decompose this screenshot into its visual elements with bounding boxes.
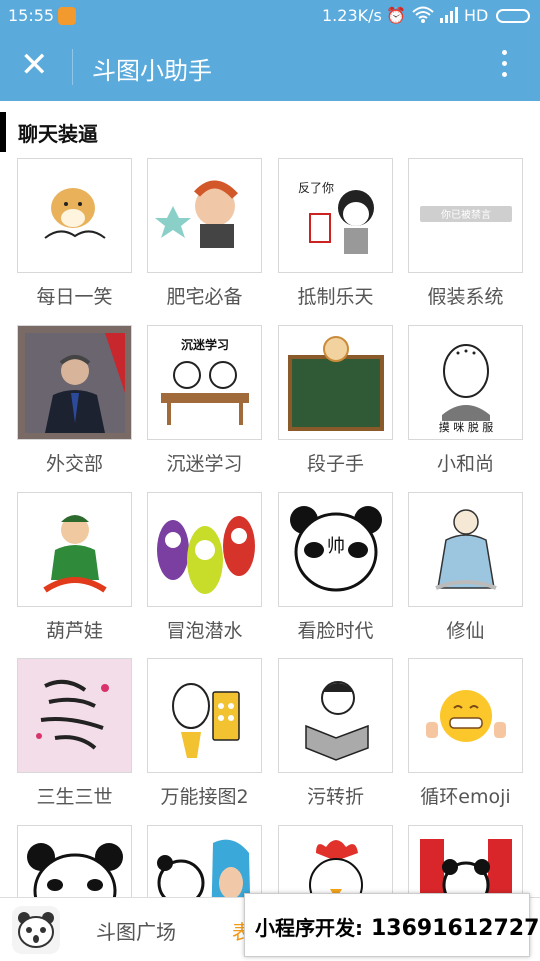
tile-label: 肥宅必备 (166, 286, 243, 308)
tile-label: 外交部 (45, 453, 103, 475)
sticker-pack-tile[interactable]: 外交部 (17, 325, 132, 476)
sticker-thumbnail: 沉迷学习 (147, 325, 262, 440)
header-divider (72, 49, 73, 85)
app-header: ✕ 斗图小助手 (0, 33, 540, 101)
battery-icon (496, 9, 530, 23)
close-icon[interactable]: ✕ (20, 48, 49, 82)
sticker-pack-tile[interactable]: 沉迷学习 沉迷学习 (147, 325, 262, 476)
promo-banner[interactable]: 小程序开发: 13691612727 (244, 893, 539, 957)
tile-label: 段子手 (306, 453, 364, 475)
sticker-pack-tile[interactable]: 污转折 (278, 658, 393, 809)
panda-logo-icon[interactable] (12, 906, 60, 954)
tile-label: 抵制乐天 (297, 286, 374, 308)
sticker-thumbnail (147, 658, 262, 773)
tile-label: 冒泡潜水 (166, 620, 243, 642)
sticker-thumbnail (17, 158, 132, 273)
sticker-caption: 帅 (327, 536, 345, 557)
tile-label: 三生三世 (36, 786, 113, 808)
sticker-pack-tile[interactable]: 你已被禁言 假装系统 (408, 158, 523, 309)
section-title: 聊天装逼 (18, 122, 98, 146)
tile-label: 葫芦娃 (45, 620, 103, 642)
sticker-pack-tile[interactable]: 循环emoji (408, 658, 523, 809)
tile-label: 万能接图2 (160, 786, 249, 808)
sticker-pack-tile[interactable]: 摸 咪 脱 服 小和尚 (408, 325, 523, 476)
sticker-thumbnail (147, 492, 262, 607)
tile-label: 看脸时代 (297, 620, 374, 642)
sticker-thumbnail (408, 492, 523, 607)
wifi-icon (412, 6, 434, 28)
sticker-caption: 摸 咪 脱 服 (438, 420, 493, 433)
sticker-pack-tile[interactable]: 肥宅必备 (147, 158, 262, 309)
signal-icon (440, 6, 460, 28)
sticker-thumbnail (17, 658, 132, 773)
network-type: HD (464, 6, 489, 25)
sticker-caption: 沉迷学习 (180, 337, 228, 352)
tile-label: 修仙 (446, 620, 485, 642)
sticker-pack-tile[interactable]: 每日一笑 (17, 158, 132, 309)
page-title: 斗图小助手 (92, 57, 212, 85)
sticker-pack-tile[interactable]: 段子手 (278, 325, 393, 476)
sticker-thumbnail (17, 492, 132, 607)
promo-text: 小程序开发: 13691612727 (255, 912, 539, 941)
sticker-caption: 你已被禁言 (441, 208, 491, 221)
sticker-pack-tile[interactable]: 葫芦娃 (17, 492, 132, 643)
tile-label: 循环emoji (420, 786, 511, 808)
sticker-pack-tile[interactable]: 反了你 抵制乐天 (278, 158, 393, 309)
sticker-thumbnail (278, 658, 393, 773)
sticker-thumbnail (278, 325, 393, 440)
section-header: 聊天装逼 (0, 102, 540, 152)
sticker-pack-tile[interactable]: 三生三世 (17, 658, 132, 809)
tile-label: 污转折 (306, 786, 364, 808)
sticker-thumbnail: 反了你 (278, 158, 393, 273)
tab-doutu-square[interactable]: 斗图广场 (96, 916, 176, 945)
sticker-thumbnail (17, 325, 132, 440)
status-time: 15:55 (8, 6, 55, 25)
tile-label: 小和尚 (436, 453, 494, 475)
app-notification-icon (58, 7, 76, 25)
sticker-thumbnail: 摸 咪 脱 服 (408, 325, 523, 440)
sticker-thumbnail (408, 658, 523, 773)
sticker-pack-tile[interactable]: 冒泡潜水 (147, 492, 262, 643)
network-speed: 1.23K/s (322, 6, 382, 25)
tile-label: 沉迷学习 (166, 453, 243, 475)
sticker-thumbnail: 你已被禁言 (408, 158, 523, 273)
sticker-caption: 反了你 (298, 181, 334, 195)
tile-label: 假装系统 (427, 286, 504, 308)
sticker-pack-tile[interactable]: 修仙 (408, 492, 523, 643)
promo-label: 小程序开发: (255, 916, 363, 940)
section-accent-bar (0, 112, 6, 152)
more-vertical-icon[interactable] (492, 46, 516, 86)
sticker-thumbnail (147, 158, 262, 273)
sticker-thumbnail: 帅 (278, 492, 393, 607)
tile-label: 每日一笑 (36, 286, 113, 308)
status-bar: 15:55 1.23K/s ⏰ HD (0, 0, 540, 33)
sticker-pack-tile[interactable]: 帅 看脸时代 (278, 492, 393, 643)
sticker-pack-tile[interactable]: 万能接图2 (147, 658, 262, 809)
alarm-icon: ⏰ (386, 6, 406, 25)
promo-phone: 13691612727 (371, 916, 540, 941)
